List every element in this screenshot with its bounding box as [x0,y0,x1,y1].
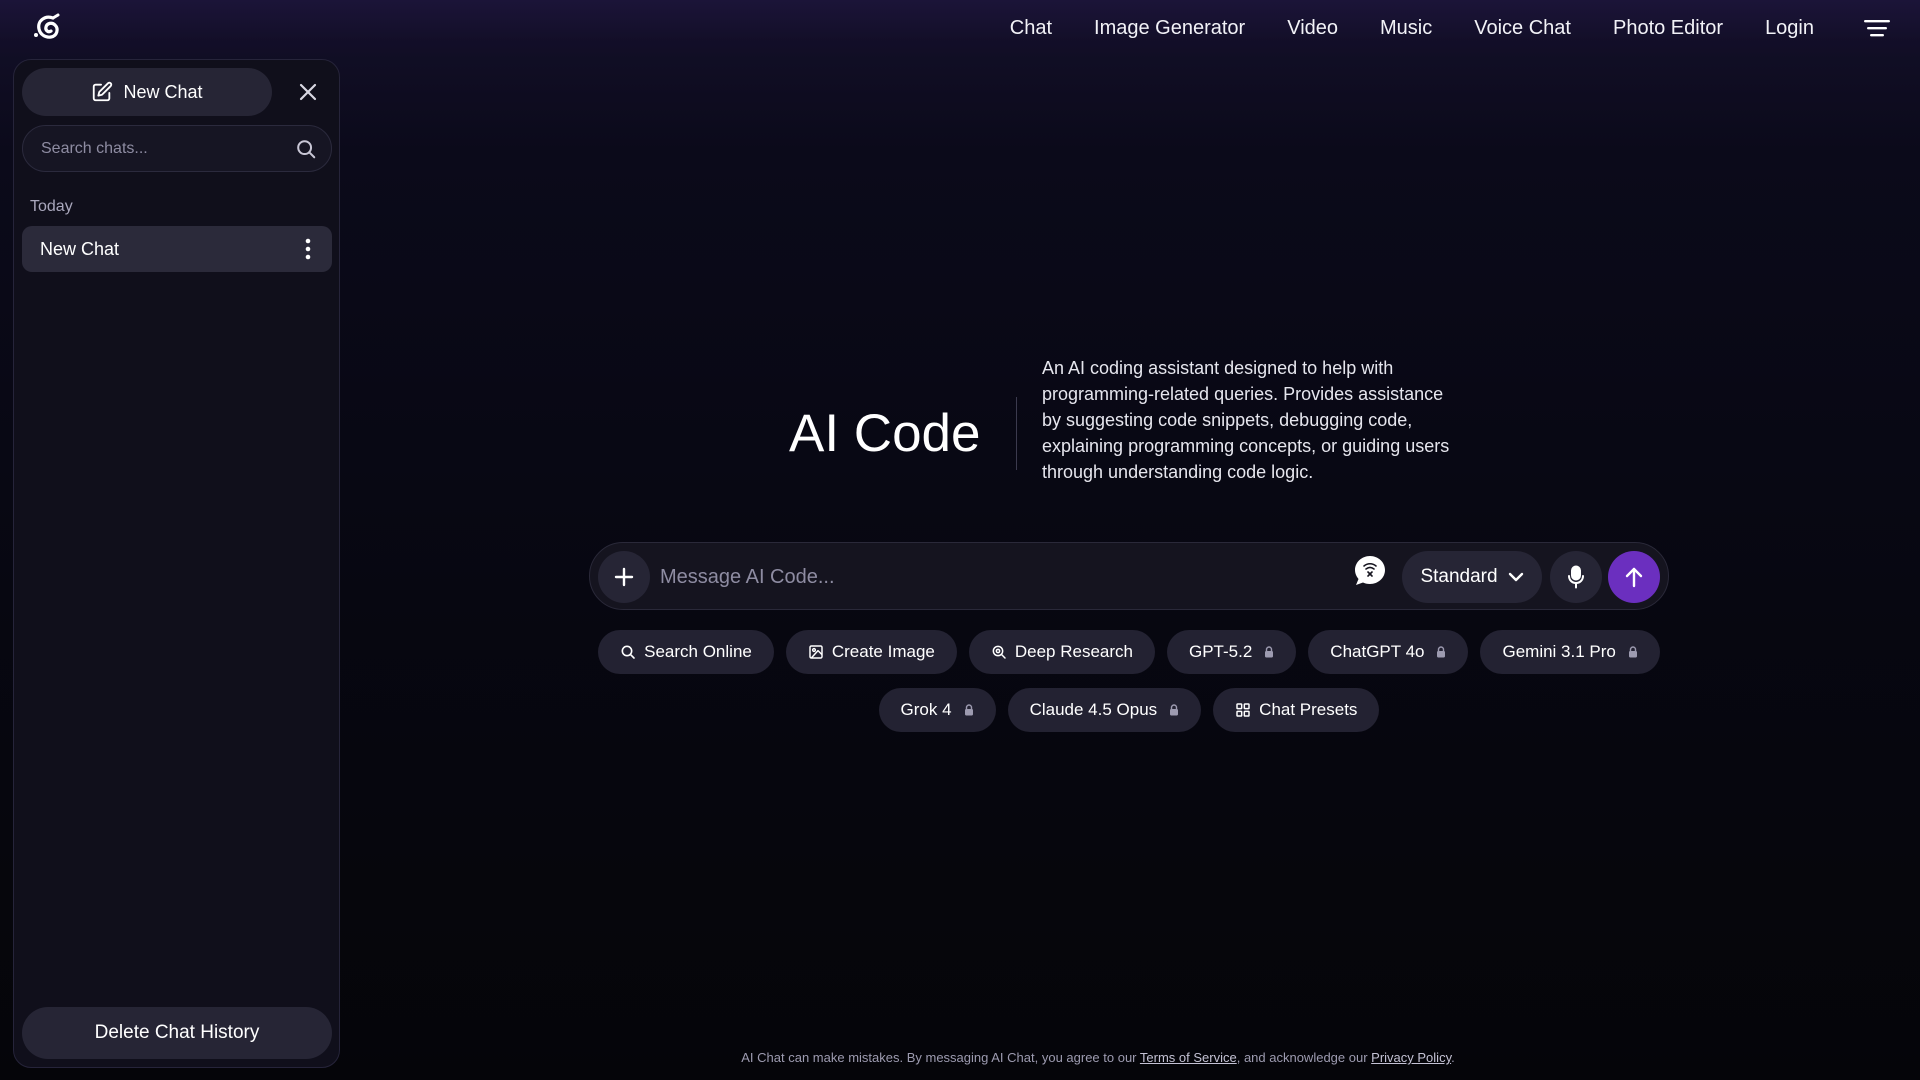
gemini-3-1-pro-chip[interactable]: Gemini 3.1 Pro [1480,630,1660,674]
sidebar: New Chat Today New Chat Delete Chat Hist… [13,59,340,1068]
chat-item-label: New Chat [40,239,120,259]
claude-4-5-opus-chip[interactable]: Claude 4.5 Opus [1007,688,1202,732]
chatgpt-4o-label: ChatGPT 4o [1330,642,1425,661]
lock-icon [964,704,974,716]
edit-icon [93,81,113,102]
lock-icon [1264,646,1274,658]
zoom-search-icon [992,645,1006,659]
grok-4-chip[interactable]: Grok 4 [878,688,996,732]
menu-button[interactable] [1860,14,1894,42]
assistant-title: AI Code [789,404,981,463]
close-sidebar-button[interactable] [292,76,324,108]
claude-4-5-opus-label: Claude 4.5 Opus [1029,700,1158,719]
footer-disclaimer: AI Chat can make mistakes. By messaging … [0,1048,1920,1068]
lock-icon [1628,646,1638,658]
nav-video[interactable]: Video [1287,17,1338,40]
microphone-button[interactable] [1550,551,1602,603]
close-icon [299,83,317,101]
create-image-label: Create Image [831,642,935,661]
more-vertical-icon [305,238,311,260]
top-bar: Chat Image Generator Video Music Voice C… [0,0,1920,56]
nav-voice-chat[interactable]: Voice Chat [1474,17,1571,40]
attach-button[interactable] [598,551,650,603]
chat-list-item[interactable]: New Chat [22,226,332,272]
voice-mode-button[interactable] [1352,553,1388,589]
plus-icon [614,567,634,587]
top-nav: Chat Image Generator Video Music Voice C… [1010,0,1814,56]
mode-select[interactable]: Standard [1402,551,1542,603]
search-icon [621,645,635,659]
terms-of-service-link[interactable]: Terms of Service [1140,1050,1237,1065]
microphone-icon [1568,565,1584,589]
nav-image-generator[interactable]: Image Generator [1094,17,1245,40]
search-icon[interactable] [295,138,317,160]
feature-chips-row-2: Grok 4 Claude 4.5 Opus Chat Presets [589,688,1669,732]
footer-text-before: AI Chat can make mistakes. By messaging … [741,1050,1140,1065]
mode-select-value: Standard [1420,566,1498,587]
grok-4-label: Grok 4 [900,700,952,719]
message-composer: Standard [589,542,1669,610]
gemini-3-1-pro-label: Gemini 3.1 Pro [1502,642,1616,661]
lock-icon [1169,704,1179,716]
chat-presets-label: Chat Presets [1259,700,1358,719]
lock-icon [1436,646,1446,658]
nav-photo-editor[interactable]: Photo Editor [1613,17,1723,40]
hero-divider [1016,397,1017,470]
new-chat-button[interactable]: New Chat [22,68,272,116]
footer-text-after: . [1451,1050,1455,1065]
message-input[interactable] [660,553,1320,601]
gpt-5-2-chip[interactable]: GPT-5.2 [1166,630,1297,674]
search-online-label: Search Online [644,642,752,661]
chevron-down-icon [1508,572,1523,582]
chat-presets-chip[interactable]: Chat Presets [1213,688,1380,732]
gpt-5-2-label: GPT-5.2 [1188,642,1253,661]
create-image-chip[interactable]: Create Image [785,630,957,674]
arrow-up-icon [1625,567,1643,588]
deep-research-label: Deep Research [1014,642,1133,661]
deep-research-chip[interactable]: Deep Research [968,630,1155,674]
logo-icon[interactable] [30,11,64,45]
grid-icon [1236,703,1250,717]
nav-chat[interactable]: Chat [1010,17,1052,40]
image-icon [809,645,823,659]
assistant-description: An AI coding assistant designed to help … [1042,358,1450,482]
chatgpt-4o-chip[interactable]: ChatGPT 4o [1308,630,1469,674]
search-online-chip[interactable]: Search Online [598,630,774,674]
nav-music[interactable]: Music [1380,17,1432,40]
send-button[interactable] [1608,551,1660,603]
chat-item-more-button[interactable] [294,235,322,263]
privacy-policy-link[interactable]: Privacy Policy [1371,1050,1451,1065]
voice-bubble-icon [1355,556,1385,585]
search-chats-box [22,125,332,172]
section-today-label: Today [30,198,73,215]
nav-login[interactable]: Login [1765,17,1814,40]
new-chat-label: New Chat [123,81,203,102]
search-chats-input[interactable] [41,126,281,171]
footer-text-middle: , and acknowledge our [1236,1050,1372,1065]
feature-chips-row-1: Search Online Create Image Deep Research… [589,630,1669,674]
hamburger-icon [1864,20,1890,37]
